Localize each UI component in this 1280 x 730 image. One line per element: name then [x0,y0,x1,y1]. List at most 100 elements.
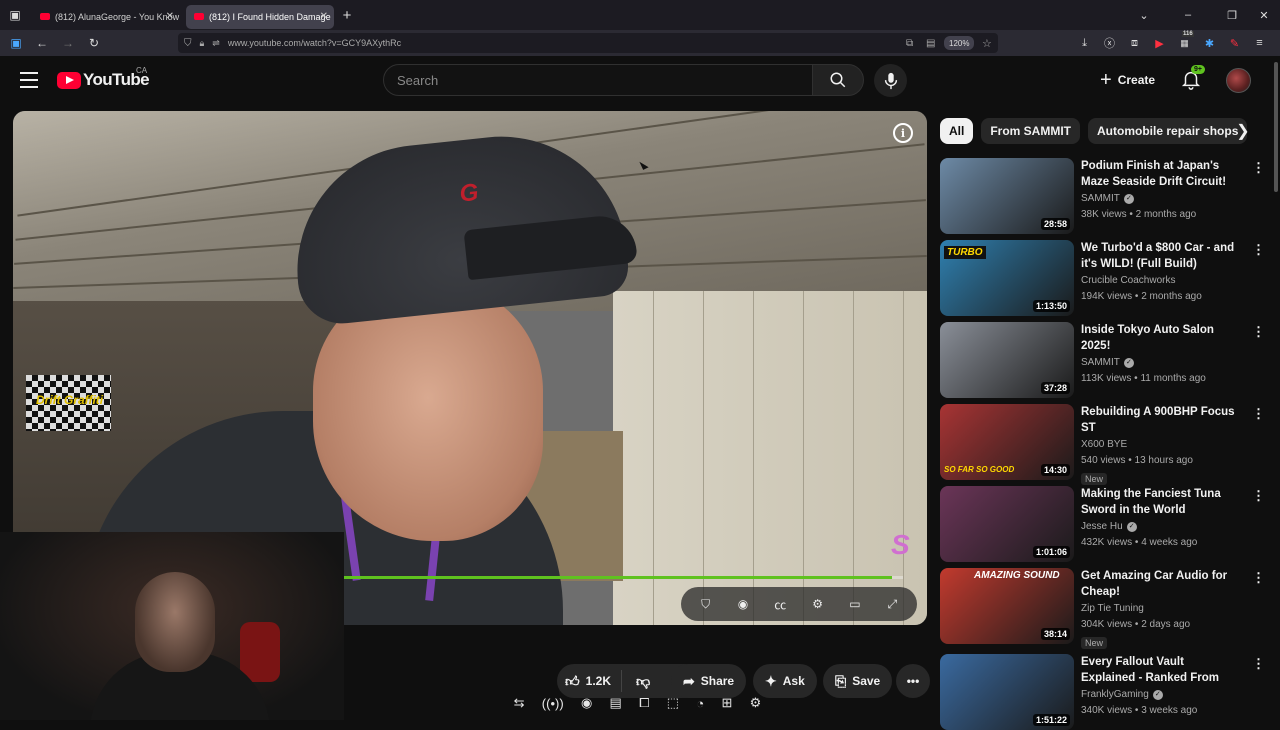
recommendation-item[interactable]: TURBO 1:13:50 We Turbo'd a $800 Car - and … [940,240,1268,316]
extension-x-icon[interactable]: ⓧ [1097,30,1122,56]
video-thumbnail[interactable]: TURBO 1:13:50 [940,240,1074,316]
more-vertical-icon[interactable]: ⋮ [1252,242,1265,258]
video-title[interactable]: Making the Fanciest Tuna Sword in the Wo… [1081,486,1241,518]
video-thumbnail[interactable]: SO FAR SO GOOD 14:30 [940,404,1074,480]
channel-name[interactable]: SAMMIT [1081,355,1120,371]
back-icon[interactable]: ← [29,30,55,56]
recommendation-item[interactable]: SO FAR SO GOOD 14:30 Rebuilding A 900BHP F… [940,404,1268,485]
more-vertical-icon[interactable]: ⋮ [1252,570,1265,586]
forward-icon[interactable]: → [55,30,81,56]
loop-icon[interactable]: ⇆ [514,695,525,711]
broadcast-icon[interactable]: ((•)) [542,696,564,711]
sponsorblock-icon[interactable]: ⛉ [693,597,719,612]
recommendation-item[interactable]: AMAZING SOUND 38:14 Get Amazing Car Audio … [940,568,1268,649]
url-text[interactable]: www.youtube.com/watch?v=GCY9AXythRc [228,38,401,48]
channel-name[interactable]: Jesse Hu [1081,519,1123,535]
channel-name[interactable]: SAMMIT [1081,191,1120,207]
channel-watermark[interactable]: S [891,529,910,561]
close-tab-icon[interactable]: ✕ [166,11,174,22]
maximize-icon[interactable]: ❐ [1216,0,1248,30]
video-title[interactable]: We Turbo'd a $800 Car - and it's WILD! (… [1081,240,1241,272]
video-title[interactable]: Podium Finish at Japan's Maze Seaside Dr… [1081,158,1241,190]
address-bar[interactable]: ⛉ 🔒︎ ⇌ www.youtube.com/watch?v=GCY9AXyth… [178,33,998,53]
guide-menu-icon[interactable] [18,70,40,90]
video-title[interactable]: Get Amazing Car Audio for Cheap! [1081,568,1241,600]
crop-icon[interactable]: ⬚ [667,695,679,711]
recommendation-item[interactable]: 1:51:22 Every Fallout Vault Explained - R… [940,654,1268,730]
account-avatar[interactable] [1226,68,1251,93]
permissions-icon[interactable]: ⇌ [212,38,220,49]
sidebar-toggle-icon[interactable]: ▣ [3,30,29,56]
fullscreen-icon[interactable]: ⤢ [879,597,905,612]
recommendation-item[interactable]: 1:01:06 Making the Fanciest Tuna Sword in… [940,486,1268,562]
lock-icon[interactable]: 🔒︎ [200,38,205,49]
reader-view-icon[interactable]: ▤ [926,38,935,49]
tab-overflow-icon[interactable]: ⌄ [1128,0,1160,30]
channel-name[interactable]: Crucible Coachworks [1081,273,1175,289]
video-thumbnail[interactable]: 28:58 [940,158,1074,234]
theater-mode-icon[interactable]: ▭ [842,597,868,611]
film-icon[interactable]: ▤ [610,695,622,711]
tab-list-icon[interactable]: ▣ [2,2,28,28]
chip-automobile-repair[interactable]: Automobile repair shops [1088,118,1248,144]
chip-all[interactable]: All [940,118,974,144]
video-title[interactable]: Inside Tokyo Auto Salon 2025! [1081,322,1241,354]
autoplay-toggle-icon[interactable]: ◉ [730,597,756,611]
search-input[interactable] [384,65,784,95]
extension-counter-icon[interactable]: ▦ 116 [1172,30,1197,56]
video-thumbnail[interactable]: 1:51:22 [940,654,1074,730]
more-vertical-icon[interactable]: ⋮ [1252,160,1265,176]
info-icon[interactable]: i [893,123,913,143]
more-actions-button[interactable]: ••• [896,664,930,698]
minimize-icon[interactable]: – [1160,0,1216,30]
downloads-icon[interactable]: ⤓ [1072,30,1097,56]
picture-in-picture-icon[interactable]: ⧉ [906,38,913,49]
resize-icon[interactable]: ⧠ [639,695,649,711]
chevron-right-icon[interactable]: ❯ [1232,118,1254,144]
extension-pen-icon[interactable]: ✎ [1222,30,1247,56]
shield-icon[interactable]: ⛉ [184,38,192,49]
settings-gear-icon[interactable]: ⚙ [805,597,831,611]
notifications-button[interactable]: 9+ [1180,65,1205,92]
browser-tab-2[interactable]: (812) I Found Hidden Damage ✕ [186,4,334,29]
video-title[interactable]: Every Fallout Vault Explained - Ranked F… [1081,654,1241,686]
more-vertical-icon[interactable]: ⋮ [1252,656,1265,672]
subtitles-icon[interactable]: ㏄ [767,596,793,613]
reload-icon[interactable]: ↻ [81,30,107,56]
video-title[interactable]: Rebuilding A 900BHP Focus ST [1081,404,1241,436]
search-button[interactable] [812,64,864,96]
youtube-logo[interactable]: YouTube CA [57,66,150,90]
page-scrollbar[interactable] [1274,62,1278,192]
create-button[interactable]: + Create [1092,66,1167,94]
speed-gauge-icon[interactable]: ◔ [696,696,704,711]
more-vertical-icon[interactable]: ⋮ [1252,488,1265,504]
add-screen-icon[interactable]: ⊞ [721,695,732,711]
extension-translate-icon[interactable]: ✱ [1197,30,1222,56]
video-thumbnail[interactable]: AMAZING SOUND 38:14 [940,568,1074,644]
channel-name[interactable]: Zip Tie Tuning [1081,601,1144,617]
browser-tab-1[interactable]: (812) AlunaGeorge - You Know ✕ [32,5,180,29]
dislike-button[interactable]: 👎︎ [622,673,664,690]
more-vertical-icon[interactable]: ⋮ [1252,406,1265,422]
close-tab-icon[interactable]: ✕ [320,11,328,22]
save-button[interactable]: ⎘ Save [823,664,893,698]
search-box[interactable] [383,64,813,96]
bookmark-star-icon[interactable]: ☆ [982,37,992,50]
eye-icon[interactable]: ◉ [581,695,592,711]
enhancer-settings-icon[interactable]: ⚙ [750,695,762,711]
video-thumbnail[interactable]: 37:28 [940,322,1074,398]
extension-youtube-icon[interactable]: ▶ [1147,30,1172,56]
channel-name[interactable]: FranklyGaming [1081,687,1149,703]
video-thumbnail[interactable]: 1:01:06 [940,486,1074,562]
more-vertical-icon[interactable]: ⋮ [1252,324,1265,340]
recommendation-item[interactable]: 28:58 Podium Finish at Japan's Maze Seasi… [940,158,1268,234]
channel-name[interactable]: X600 BYE [1081,437,1127,453]
zoom-level[interactable]: 120% [944,36,975,50]
voice-search-button[interactable] [874,64,907,97]
like-button[interactable]: 👍︎ 1.2K [557,670,622,692]
extensions-puzzle-icon[interactable]: ⧈ [1122,30,1147,56]
close-window-icon[interactable]: ✕ [1248,0,1280,30]
progress-bar[interactable] [343,576,903,579]
chip-from-sammit[interactable]: From SAMMIT [981,118,1081,144]
new-tab-button[interactable]: + [334,2,360,28]
